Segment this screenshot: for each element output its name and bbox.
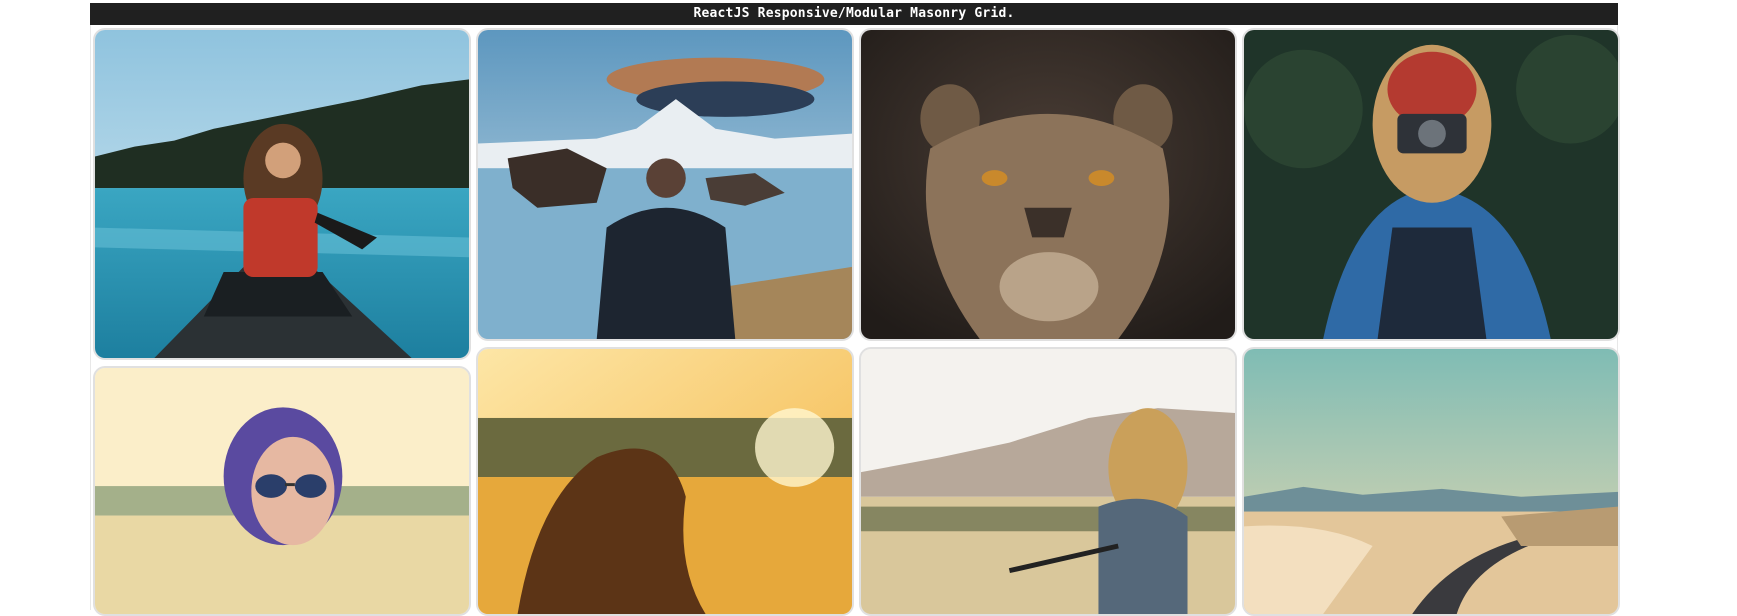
grid-image-sunglasses-woman[interactable] [93, 366, 471, 616]
canoe-image [95, 30, 469, 358]
page-title: ReactJS Responsive/Modular Masonry Grid. [90, 3, 1618, 25]
grid-image-mountain-lake[interactable] [476, 28, 854, 341]
grid-image-golden-field[interactable] [476, 347, 854, 616]
golden-field-image [478, 349, 852, 614]
mountain-lake-image [478, 30, 852, 339]
grid-image-photographer[interactable] [1242, 28, 1620, 341]
masonry-grid [90, 25, 1620, 616]
photographer-image [1244, 30, 1618, 339]
desert-road-image [1244, 349, 1618, 614]
grid-image-desert-road[interactable] [1242, 347, 1620, 616]
grid-image-lioness[interactable] [859, 28, 1237, 341]
grid-image-bicycle[interactable] [859, 347, 1237, 616]
masonry-app: ReactJS Responsive/Modular Masonry Grid. [90, 3, 1620, 616]
bicycle-image [861, 349, 1235, 614]
sunglasses-woman-image [95, 368, 469, 614]
lioness-image [861, 30, 1235, 339]
grid-image-canoe[interactable] [93, 28, 471, 360]
